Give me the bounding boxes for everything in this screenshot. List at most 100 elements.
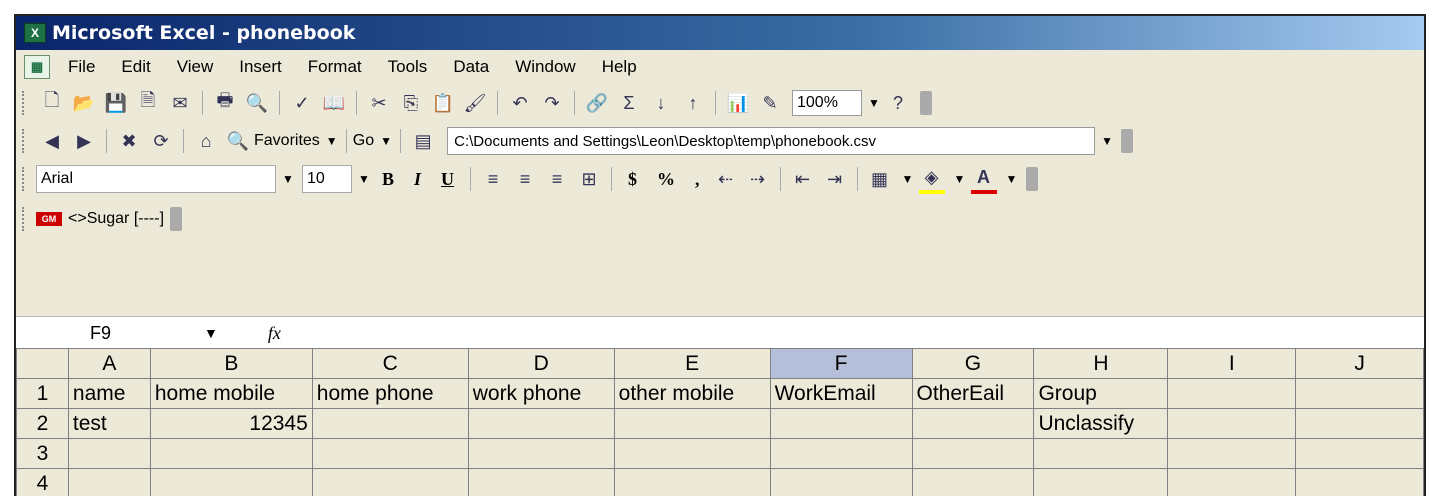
cell[interactable] <box>769 468 913 496</box>
chart-wizard-icon[interactable]: 📊 <box>725 90 751 116</box>
cell[interactable] <box>1295 408 1424 439</box>
cell[interactable]: name <box>67 378 151 409</box>
cell[interactable] <box>1033 438 1169 469</box>
chevron-down-icon[interactable]: ▼ <box>380 134 394 148</box>
cell[interactable] <box>1295 378 1424 409</box>
undo-icon[interactable]: ↶ <box>507 90 533 116</box>
chevron-down-icon[interactable]: ▼ <box>1006 172 1020 186</box>
select-all-corner[interactable] <box>16 348 69 379</box>
underline-button[interactable]: U <box>441 169 454 190</box>
help-icon[interactable]: ? <box>885 90 911 116</box>
spelling-icon[interactable]: ✓ <box>289 90 315 116</box>
align-center-icon[interactable]: ≡ <box>512 166 538 192</box>
cell[interactable]: Group <box>1033 378 1169 409</box>
cell[interactable] <box>911 468 1035 496</box>
refresh-icon[interactable]: ⟳ <box>148 128 174 154</box>
decrease-indent-icon[interactable]: ⇤ <box>790 166 816 192</box>
format-painter-icon[interactable]: 🖌 <box>462 90 488 116</box>
sugar-button[interactable]: <>Sugar [----] <box>68 210 164 228</box>
cell[interactable] <box>467 468 615 496</box>
print-icon[interactable]: 🖶 <box>212 90 238 116</box>
cell[interactable] <box>467 438 615 469</box>
cell[interactable] <box>149 468 313 496</box>
paste-icon[interactable]: 📋 <box>430 90 456 116</box>
menu-format[interactable]: Format <box>308 57 362 77</box>
row-header[interactable]: 3 <box>16 438 69 469</box>
menu-file[interactable]: File <box>68 57 95 77</box>
cell[interactable]: Unclassify <box>1033 408 1169 439</box>
chevron-down-icon[interactable]: ▼ <box>954 172 968 186</box>
comma-button[interactable]: , <box>695 169 700 190</box>
font-size-box[interactable]: 10 <box>302 165 352 193</box>
row-header[interactable]: 4 <box>16 468 69 496</box>
cell[interactable] <box>613 438 771 469</box>
font-name-box[interactable]: Arial <box>36 165 276 193</box>
menu-help[interactable]: Help <box>602 57 637 77</box>
sort-descending-icon[interactable]: ↑ <box>680 90 706 116</box>
chevron-down-icon[interactable]: ▼ <box>358 172 372 186</box>
drawing-icon[interactable]: ✎ <box>757 90 783 116</box>
column-header-e[interactable]: E <box>613 348 771 379</box>
address-field[interactable]: C:\Documents and Settings\Leon\Desktop\t… <box>447 127 1096 155</box>
column-header-d[interactable]: D <box>467 348 615 379</box>
toolbar-options-icon[interactable] <box>1121 129 1134 153</box>
cell[interactable]: WorkEmail <box>769 378 913 409</box>
search-web-icon[interactable]: 🔍 <box>225 128 251 154</box>
menu-tools[interactable]: Tools <box>388 57 428 77</box>
chevron-down-icon[interactable]: ▼ <box>204 325 218 341</box>
cell[interactable]: test <box>67 408 151 439</box>
column-header-i[interactable]: I <box>1167 348 1297 379</box>
go-button[interactable]: Go <box>353 132 374 150</box>
borders-icon[interactable]: ▦ <box>867 166 893 192</box>
cell[interactable]: other mobile <box>613 378 771 409</box>
row-header[interactable]: 1 <box>16 378 69 409</box>
align-right-icon[interactable]: ≡ <box>544 166 570 192</box>
cut-icon[interactable]: ✂ <box>366 90 392 116</box>
forward-icon[interactable]: ▶ <box>71 128 97 154</box>
cell[interactable] <box>769 438 913 469</box>
open-icon[interactable]: 📂 <box>71 90 97 116</box>
cell[interactable]: home mobile <box>149 378 313 409</box>
chevron-down-icon[interactable]: ▼ <box>902 172 916 186</box>
cell[interactable] <box>769 408 913 439</box>
cell[interactable] <box>1167 408 1297 439</box>
chevron-down-icon[interactable]: ▼ <box>326 134 340 148</box>
menu-insert[interactable]: Insert <box>239 57 282 77</box>
insert-function-icon[interactable]: fx <box>268 323 308 344</box>
print-preview-icon[interactable]: 🔍 <box>244 90 270 116</box>
toolbar-grip[interactable] <box>22 167 28 191</box>
increase-indent-icon[interactable]: ⇥ <box>822 166 848 192</box>
cell[interactable] <box>911 438 1035 469</box>
font-color-icon[interactable]: A <box>970 164 997 194</box>
home-icon[interactable]: ⌂ <box>193 128 219 154</box>
cell[interactable] <box>467 408 615 439</box>
excel-app-icon[interactable]: X <box>24 23 46 43</box>
decrease-decimal-icon[interactable]: ⇢ <box>745 166 771 192</box>
cell[interactable] <box>311 438 469 469</box>
copy-icon[interactable]: ⎘ <box>398 90 424 116</box>
favorites-button[interactable]: Favorites <box>254 132 320 150</box>
cell[interactable] <box>1167 438 1297 469</box>
save-icon[interactable]: 💾 <box>103 90 129 116</box>
column-header-g[interactable]: G <box>911 348 1035 379</box>
cell[interactable]: work phone <box>467 378 615 409</box>
align-left-icon[interactable]: ≡ <box>480 166 506 192</box>
zoom-box[interactable]: 100% <box>792 90 862 116</box>
cell[interactable] <box>1295 438 1424 469</box>
increase-decimal-icon[interactable]: ⇠ <box>713 166 739 192</box>
cell[interactable]: 12345 <box>149 408 313 439</box>
email-icon[interactable]: ✉ <box>167 90 193 116</box>
stop-icon[interactable]: ✖ <box>116 128 142 154</box>
back-icon[interactable]: ◀ <box>39 128 65 154</box>
cell[interactable] <box>613 468 771 496</box>
toolbar-grip[interactable] <box>22 129 28 153</box>
column-header-h[interactable]: H <box>1033 348 1169 379</box>
column-header-c[interactable]: C <box>311 348 469 379</box>
toolbar-grip[interactable] <box>22 207 28 231</box>
cell[interactable] <box>911 408 1035 439</box>
italic-button[interactable]: I <box>414 169 421 190</box>
column-header-a[interactable]: A <box>67 348 151 379</box>
column-header-f[interactable]: F <box>769 348 913 379</box>
show-only-web-toolbar-icon[interactable]: ▤ <box>410 128 436 154</box>
toolbar-options-icon[interactable] <box>920 91 932 115</box>
